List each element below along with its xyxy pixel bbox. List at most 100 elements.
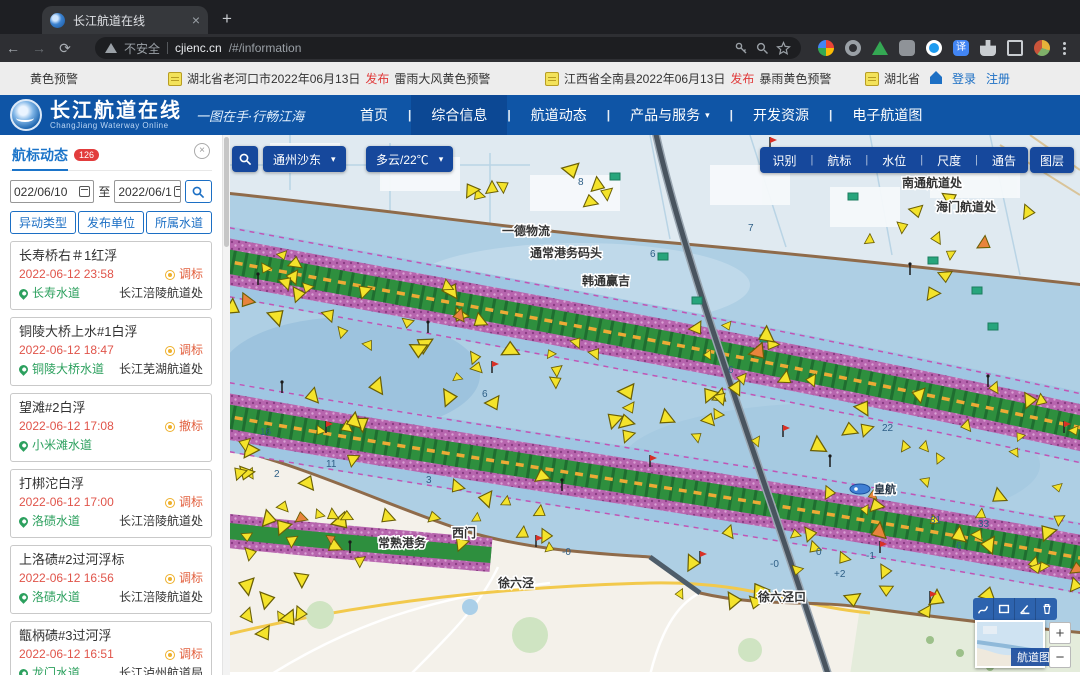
date-to-input[interactable]: 2022/06/1	[114, 180, 180, 203]
map-tool-1[interactable]: 识别	[764, 152, 804, 169]
nav-item-6[interactable]: 电子航道图	[832, 95, 942, 135]
list-item[interactable]: 甑柄碛#3过河浮2022-06-12 16:51调标龙门水道长江泸州航道局	[10, 621, 212, 675]
forward-button[interactable]: →	[26, 40, 52, 56]
filter-button-1[interactable]: 异动类型	[10, 211, 76, 234]
map-search-button[interactable]	[232, 146, 258, 172]
svg-text:一德物流: 一德物流	[502, 223, 550, 238]
waterway-text: 铜陵大桥水道	[32, 360, 104, 379]
translate-extension-icon[interactable]: 译	[953, 40, 969, 56]
status-text: 调标	[179, 341, 203, 360]
login-link[interactable]: 登录	[952, 70, 976, 87]
count-badge: 126	[74, 149, 99, 161]
delete-button[interactable]	[1036, 598, 1057, 620]
sidebar-search-button[interactable]	[185, 180, 212, 203]
layers-button[interactable]: 图层	[1030, 147, 1074, 173]
map-tool-5[interactable]: 通告	[984, 152, 1024, 169]
chart-map[interactable]: 87663211166223133-0-1+2-060 南通航道处海门航道处一德…	[230, 135, 1080, 675]
bookmark-star-icon[interactable]	[776, 41, 791, 56]
buoy-waterway[interactable]: 洛碛水道	[19, 512, 80, 531]
list-item[interactable]: 打梆沱白浮2022-06-12 17:00调标洛碛水道长江涪陵航道处	[10, 469, 212, 538]
alert-item-1[interactable]: 湖北省老河口市2022年06月13日发布雷雨大风黄色预警	[168, 70, 490, 87]
region-dropdown[interactable]: 通州沙东 ▾	[263, 146, 346, 172]
buoy-waterway[interactable]: 龙门水道	[19, 664, 80, 675]
misc-extension-icon[interactable]	[1034, 40, 1050, 56]
buoy-waterway[interactable]: 小米滩水道	[19, 436, 92, 455]
alert-item-2[interactable]: 江西省全南县2022年06月13日发布暴雨黄色预警	[545, 70, 831, 87]
svg-text:海门航道处: 海门航道处	[936, 199, 997, 214]
url-path: /#/information	[229, 41, 302, 55]
chevron-down-icon: ▾	[705, 110, 710, 121]
calendar-icon[interactable]	[79, 186, 90, 197]
region-value: 通州沙东	[273, 151, 321, 168]
alert-item-partial[interactable]: 黄色预警	[30, 70, 78, 87]
calendar-icon[interactable]	[174, 186, 181, 197]
buoy-status: 调标	[165, 265, 203, 284]
list-item[interactable]: 望滩#2白浮2022-06-12 17:08撤标小米滩水道	[10, 393, 212, 462]
new-tab-button[interactable]: +	[222, 10, 232, 27]
status-text: 调标	[179, 645, 203, 664]
trash-icon	[1040, 602, 1054, 616]
measure-distance-button[interactable]	[973, 598, 994, 620]
rectangle-icon	[997, 602, 1011, 616]
buoy-waterway[interactable]: 洛碛水道	[19, 588, 80, 607]
measure-toolbar	[973, 598, 1057, 620]
map-tool-2[interactable]: 航标	[819, 152, 859, 169]
circle-extension-icon[interactable]	[845, 40, 861, 56]
key-icon[interactable]	[734, 41, 748, 55]
reload-button[interactable]: ⟳	[52, 40, 78, 57]
site-logo	[10, 99, 42, 131]
photos-extension-icon[interactable]	[818, 40, 834, 56]
nav-item-2[interactable]: 综合信息	[411, 95, 507, 135]
svg-text:6: 6	[650, 249, 656, 260]
date-from-input[interactable]: 022/06/10	[10, 180, 94, 203]
tool-separator: |	[811, 154, 814, 166]
site-header: 长江航道在线 ChangJiang Waterway Online 一图在手·行…	[0, 95, 1080, 135]
alert-text: 黄色预警	[30, 70, 78, 87]
register-link[interactable]: 注册	[986, 70, 1010, 87]
sidebar-title: 航标动态	[12, 145, 68, 171]
buoy-card-list: 长寿桥右＃1红浮2022-06-12 23:58调标长寿水道长江涪陵航道处铜陵大…	[10, 241, 212, 675]
home-icon[interactable]	[930, 73, 942, 84]
browser-menu-icon[interactable]	[1061, 42, 1068, 55]
alert-item-3[interactable]: 湖北省	[865, 70, 920, 87]
browser-tab[interactable]: 长江航道在线 ×	[42, 6, 208, 34]
list-item[interactable]: 长寿桥右＃1红浮2022-06-12 23:58调标长寿水道长江涪陵航道处	[10, 241, 212, 310]
not-secure-warning-icon	[105, 43, 117, 53]
list-item[interactable]: 上洛碛#2过河浮标2022-06-12 16:56调标洛碛水道长江涪陵航道处	[10, 545, 212, 614]
nav-item-1[interactable]: 首页	[340, 95, 408, 135]
buoy-waterway[interactable]: 铜陵大桥水道	[19, 360, 104, 379]
sidebar-close-icon[interactable]: ×	[194, 143, 210, 159]
sidebar-scrollbar[interactable]	[222, 135, 230, 675]
nav-item-4[interactable]: 产品与服务▾	[610, 95, 730, 135]
filter-button-2[interactable]: 发布单位	[78, 211, 144, 234]
drive-extension-icon[interactable]	[872, 41, 888, 55]
nav-item-5[interactable]: 开发资源	[733, 95, 829, 135]
vessel-marker[interactable]	[850, 484, 870, 494]
zoom-out-button[interactable]: −	[1049, 646, 1071, 668]
url-host: cjienc.cn	[175, 41, 222, 55]
scrollbar-thumb[interactable]	[224, 137, 229, 247]
polyline-icon	[976, 602, 990, 616]
nav-item-3[interactable]: 航道动态	[511, 95, 607, 135]
zoom-in-button[interactable]: +	[1049, 622, 1071, 644]
screenshot-extension-icon[interactable]	[899, 40, 915, 56]
address-bar[interactable]: 不安全 cjienc.cn/#/information	[95, 37, 801, 59]
tab-close-icon[interactable]: ×	[192, 13, 200, 27]
map-tool-4[interactable]: 尺度	[929, 152, 969, 169]
svg-text:常熟港务: 常熟港务	[378, 535, 427, 550]
buoy-time: 2022-06-12 23:58	[19, 265, 114, 284]
measure-area-button[interactable]	[994, 598, 1015, 620]
list-item[interactable]: 铜陵大桥上水#1白浮2022-06-12 18:47调标铜陵大桥水道长江芜湖航道…	[10, 317, 212, 386]
twitter-extension-icon[interactable]	[926, 40, 942, 56]
measure-angle-button[interactable]	[1015, 598, 1036, 620]
cast-icon[interactable]	[1007, 40, 1023, 56]
back-button[interactable]: ←	[0, 40, 26, 56]
buoy-waterway[interactable]: 长寿水道	[19, 284, 80, 303]
status-icon	[165, 498, 175, 508]
weather-dropdown[interactable]: 多云/22℃ ▾	[366, 146, 453, 172]
filter-button-3[interactable]: 所属水道	[146, 211, 212, 234]
map-tool-3[interactable]: 水位	[874, 152, 914, 169]
card-row: 小米滩水道	[19, 436, 203, 455]
extensions-puzzle-icon[interactable]	[980, 40, 996, 56]
search-icon[interactable]	[755, 41, 769, 55]
